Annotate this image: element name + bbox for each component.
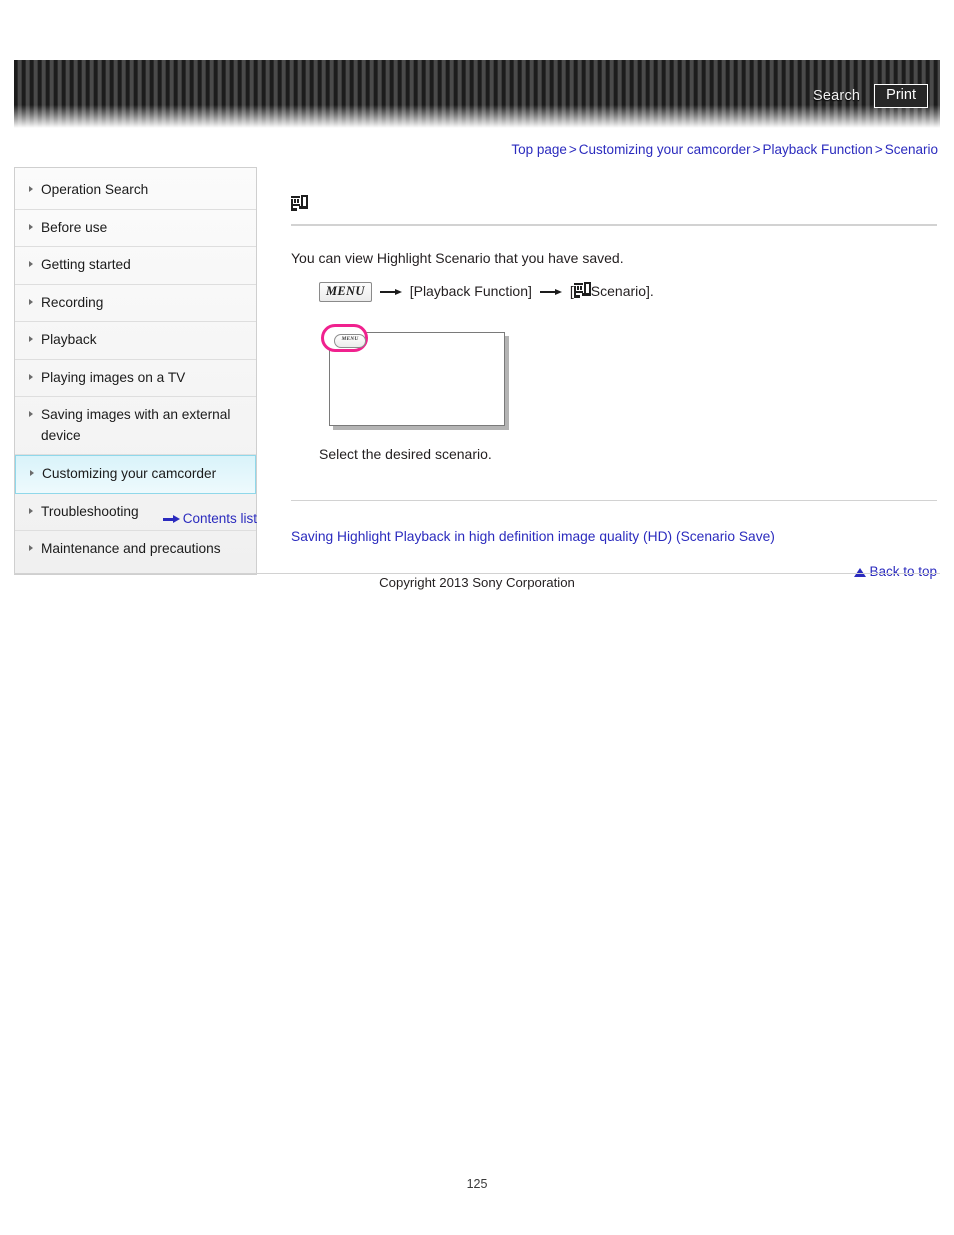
sidebar-item-getting-started[interactable]: Getting started (15, 247, 256, 285)
sidebar-item-label: Recording (41, 294, 104, 310)
illustration-menu-button-label: MENU (341, 335, 359, 342)
related-link-scenario-save[interactable]: Saving Highlight Playback in high defini… (291, 529, 775, 544)
contents-list-link-wrap: Contents list (14, 511, 257, 526)
menu-path-scenario-label: Scenario]. (590, 283, 654, 300)
breadcrumb: Top page > Customizing your camcorder > Play… (511, 142, 938, 157)
illustration-caption: Select the desired scenario. (319, 445, 492, 462)
breadcrumb-item-playback-function[interactable]: Playback Function (763, 142, 873, 157)
sidebar-item-operation-search[interactable]: Operation Search (15, 172, 256, 210)
sidebar-item-label: Getting started (41, 257, 131, 273)
triangle-bullet-icon (30, 470, 34, 477)
site-header-banner: Search Print (14, 60, 940, 128)
sidebar-item-maintenance-and-precautions[interactable]: Maintenance and precautions (15, 531, 256, 568)
triangle-bullet-icon (29, 223, 33, 230)
section-divider (291, 499, 937, 501)
scenario-glyph-icon (291, 195, 308, 212)
triangle-bullet-icon (29, 545, 33, 552)
breadcrumb-item-scenario[interactable]: Scenario (885, 142, 938, 157)
title-divider (291, 224, 937, 226)
right-arrow-icon (539, 287, 562, 297)
triangle-bullet-icon (29, 411, 33, 418)
menu-path-step: MENU [Playback Function] [Scenario]. (319, 282, 937, 302)
menu-path-part-1: [Playback Function] (409, 283, 532, 300)
sidebar-item-label: Saving images with an external device (41, 407, 231, 443)
menu-button-highlight-ring: MENU (321, 323, 368, 352)
triangle-bullet-icon (29, 373, 33, 380)
copyright-text: Copyright 2013 Sony Corporation (379, 575, 575, 590)
print-button[interactable]: Print (874, 84, 928, 109)
banner-stripe-pattern (14, 60, 940, 128)
breadcrumb-separator: > (752, 142, 761, 157)
sidebar-item-label: Playing images on a TV (41, 369, 186, 385)
breadcrumb-separator: > (874, 142, 883, 157)
sidebar-item-saving-images-with-an-external-device[interactable]: Saving images with an external device (15, 397, 256, 456)
sidebar-item-label: Playback (41, 332, 97, 348)
contents-list-link[interactable]: Contents list (183, 511, 257, 526)
scenario-glyph-icon (573, 282, 591, 299)
sidebar-item-recording[interactable]: Recording (15, 285, 256, 323)
sidebar-item-label: Maintenance and precautions (41, 541, 221, 557)
main-content: You can view Highlight Scenario that you… (291, 194, 937, 579)
screen-illustration: MENU (319, 323, 505, 428)
menu-chip: MENU (319, 282, 372, 302)
banner-tools: Search Print (813, 84, 928, 109)
breadcrumb-item-top-page[interactable]: Top page (511, 142, 567, 157)
sidebar-item-playing-images-on-a-tv[interactable]: Playing images on a TV (15, 360, 256, 398)
breadcrumb-item-customizing-your-camcorder[interactable]: Customizing your camcorder (579, 142, 751, 157)
breadcrumb-separator: > (568, 142, 577, 157)
sidebar-item-playback[interactable]: Playback (15, 322, 256, 360)
sidebar-item-label: Before use (41, 219, 108, 235)
sidebar-item-label: Operation Search (41, 182, 149, 197)
menu-path-part-2: [Scenario]. (570, 282, 654, 302)
right-arrow-icon (162, 514, 180, 524)
triangle-bullet-icon (29, 336, 33, 343)
page-number: 125 (466, 1177, 488, 1191)
sidebar-item-before-use[interactable]: Before use (15, 210, 256, 248)
triangle-bullet-icon (29, 261, 33, 268)
illustration-menu-button[interactable]: MENU (334, 333, 366, 348)
search-link[interactable]: Search (813, 88, 860, 104)
sidebar-item-label: Customizing your camcorder (42, 466, 217, 482)
related-link-wrap: Saving Highlight Playback in high defini… (291, 529, 937, 544)
triangle-bullet-icon (29, 298, 33, 305)
sidebar-item-customizing-your-camcorder[interactable]: Customizing your camcorder (15, 455, 256, 494)
right-arrow-icon (379, 287, 402, 297)
body-paragraph: You can view Highlight Scenario that you… (291, 250, 624, 266)
triangle-bullet-icon (29, 186, 33, 192)
page-title (291, 194, 937, 222)
footer-divider (14, 573, 940, 574)
